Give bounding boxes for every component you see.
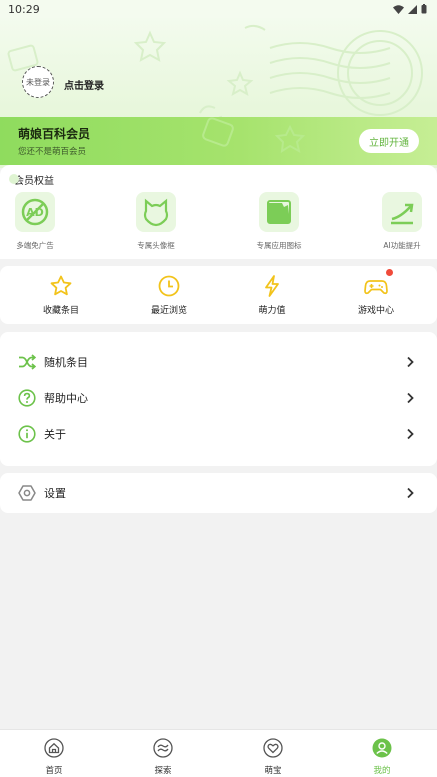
member-subtitle: 您还不是萌百会员 <box>18 147 87 157</box>
shortcut-label: 萌力值 <box>258 306 286 316</box>
benefit-label: 多端免广告 <box>16 241 54 250</box>
shortcut-favorites[interactable]: 收藏条目 <box>21 274 101 316</box>
menu-item-about[interactable]: 关于 <box>0 416 437 452</box>
notification-badge <box>386 269 393 276</box>
nav-label: 萌宝 <box>264 766 282 776</box>
nav-moebao[interactable]: 萌宝 <box>243 738 303 776</box>
chevron-right-icon <box>407 428 414 440</box>
no-ad-icon: AD <box>15 192 55 232</box>
menu-label: 设置 <box>44 487 66 500</box>
menu-item-settings[interactable]: 设置 <box>0 475 437 511</box>
ai-boost-icon <box>382 192 422 232</box>
avatar-frame-icon <box>136 192 176 232</box>
open-membership-button[interactable]: 立即开通 <box>359 129 419 153</box>
menu-label: 关于 <box>44 428 66 441</box>
avatar[interactable]: 未登录 <box>22 66 54 98</box>
menu-item-help-center[interactable]: 帮助中心 <box>0 380 437 416</box>
menu-label: 帮助中心 <box>44 392 88 405</box>
member-banner[interactable]: 萌娘百科会员 您还不是萌百会员 立即开通 <box>0 117 437 165</box>
chevron-right-icon <box>407 487 414 499</box>
star-icon <box>49 274 73 298</box>
chevron-right-icon <box>407 392 414 404</box>
shortcut-recent[interactable]: 最近浏览 <box>129 274 209 316</box>
gamepad-icon <box>364 269 393 298</box>
nav-label: 我的 <box>373 766 391 776</box>
nav-home[interactable]: 首页 <box>24 738 84 776</box>
home-icon <box>44 738 64 758</box>
benefit-label: 专属头像框 <box>137 241 175 250</box>
benefits-title: 会员权益 <box>9 172 54 187</box>
menu-label: 随机条目 <box>44 356 88 369</box>
shortcut-game-center[interactable]: 游戏中心 <box>336 269 416 316</box>
nav-label: 首页 <box>45 766 63 776</box>
settings-icon <box>18 485 36 501</box>
settings-card: 设置 <box>0 473 437 513</box>
chevron-right-icon <box>407 356 414 368</box>
benefit-label: 专属应用图标 <box>256 241 302 250</box>
nav-label: 探索 <box>154 766 172 776</box>
info-icon <box>18 425 36 443</box>
signal-icon <box>408 4 417 14</box>
benefit-ai-boost[interactable]: AI功能提升 <box>362 192 437 251</box>
lightning-icon <box>260 274 284 298</box>
login-link[interactable]: 点击登录 <box>64 77 104 92</box>
battery-icon <box>421 4 427 14</box>
avatar-text: 未登录 <box>26 77 50 87</box>
bottom-navigation: 首页 探索 萌宝 我的 <box>0 729 437 777</box>
wifi-icon <box>393 4 404 14</box>
member-title: 萌娘百科会员 <box>18 127 91 141</box>
shortcuts-card: 收藏条目 最近浏览 萌力值 游戏中心 <box>0 266 437 324</box>
shortcut-label: 最近浏览 <box>150 306 187 316</box>
status-bar: 10:29 <box>0 0 437 18</box>
nav-explore[interactable]: 探索 <box>133 738 193 776</box>
app-icon-icon <box>259 192 299 232</box>
benefit-app-icon[interactable]: 专属应用图标 <box>239 192 319 251</box>
shortcut-moe-points[interactable]: 萌力值 <box>232 274 312 316</box>
shortcut-label: 游戏中心 <box>357 306 394 316</box>
nav-profile[interactable]: 我的 <box>352 738 412 776</box>
shortcut-label: 收藏条目 <box>42 306 79 316</box>
menu-list: 随机条目 帮助中心 关于 <box>0 332 437 466</box>
status-time: 10:29 <box>8 2 40 16</box>
status-icons <box>393 4 427 14</box>
heart-icon <box>263 738 283 758</box>
profile-icon <box>372 738 392 758</box>
shuffle-icon <box>19 354 36 370</box>
benefit-label: AI功能提升 <box>383 241 421 250</box>
member-benefits-card: 会员权益 AD 多端免广告 专属头像框 专属应用图标 AI功能提升 <box>0 165 437 259</box>
clock-icon <box>157 274 181 298</box>
benefit-no-ad[interactable]: AD 多端免广告 <box>0 192 75 251</box>
explore-icon <box>153 738 173 758</box>
menu-item-random-entry[interactable]: 随机条目 <box>0 344 437 380</box>
help-icon <box>18 389 36 407</box>
benefit-avatar-frame[interactable]: 专属头像框 <box>116 192 196 251</box>
